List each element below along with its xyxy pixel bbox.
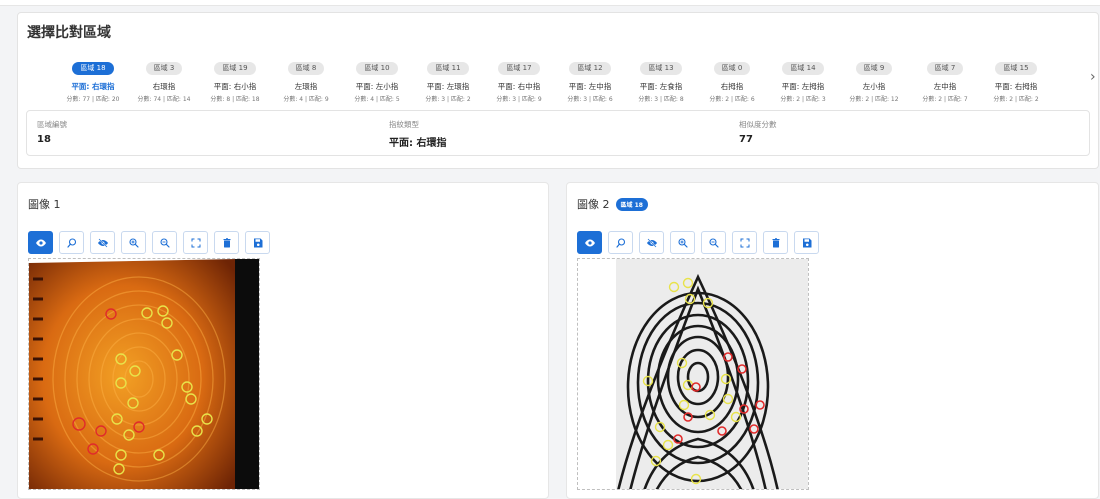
tab-region-12[interactable]: 區域 12 平面: 左中指 分數: 3 | 匹配: 6 [555, 55, 625, 103]
tab-region-3[interactable]: 區域 3 右環指 分數: 74 | 匹配: 14 [129, 55, 199, 103]
tab-score-meta: 分數: 2 | 匹配: 12 [849, 96, 899, 103]
tab-finger-name: 右拇指 [720, 82, 744, 91]
tab-finger-name: 右環指 [152, 82, 176, 91]
delete-icon[interactable] [214, 231, 239, 254]
delete-icon[interactable] [763, 231, 788, 254]
tab-chip: 區域 17 [498, 62, 540, 75]
eye-icon[interactable] [28, 231, 53, 254]
image-panel-1: 圖像 1 [17, 182, 549, 499]
top-divider [0, 0, 1100, 6]
fit-screen-icon[interactable] [732, 231, 757, 254]
tab-finger-name: 平面: 右拇指 [994, 82, 1038, 91]
field-value: 18 [37, 134, 51, 145]
tab-score-meta: 分數: 4 | 匹配: 5 [354, 96, 400, 103]
tab-finger-name: 左小指 [862, 82, 886, 91]
fingerprint-type-field: 指紋類型 平面: 右環指 [389, 119, 446, 149]
zoom-in-icon[interactable] [670, 231, 695, 254]
tab-chip: 區域 15 [995, 62, 1037, 75]
tab-score-meta: 分數: 3 | 匹配: 6 [567, 96, 613, 103]
tab-finger-name: 平面: 右小指 [213, 82, 257, 91]
tab-region-10[interactable]: 區域 10 平面: 左小指 分數: 4 | 匹配: 5 [342, 55, 412, 103]
tab-region-15[interactable]: 區域 15 平面: 右拇指 分數: 2 | 匹配: 2 [981, 55, 1051, 103]
tab-region-7[interactable]: 區域 7 左中指 分數: 2 | 匹配: 7 [910, 55, 980, 103]
save-icon[interactable] [794, 231, 819, 254]
tab-finger-name: 左中指 [933, 82, 957, 91]
tab-score-meta: 分數: 3 | 匹配: 8 [638, 96, 684, 103]
panel-title-text: 圖像 1 [28, 198, 61, 211]
tab-chip: 區域 10 [356, 62, 398, 75]
tab-score-meta: 分數: 2 | 匹配: 3 [780, 96, 826, 103]
tab-finger-name: 平面: 左環指 [426, 82, 470, 91]
tab-region-13[interactable]: 區域 13 平面: 左食指 分數: 3 | 匹配: 8 [626, 55, 696, 103]
zoom-in-icon[interactable] [121, 231, 146, 254]
chevron-right-icon[interactable]: › [1090, 69, 1096, 85]
tab-finger-name: 平面: 左食指 [639, 82, 683, 91]
image-toolbar [577, 231, 819, 254]
field-value: 77 [739, 134, 753, 145]
eye-icon[interactable] [577, 231, 602, 254]
tab-chip: 區域 18 [72, 62, 114, 75]
field-label: 指紋類型 [389, 120, 419, 129]
tab-score-meta: 分數: 77 | 匹配: 20 [66, 96, 120, 103]
tab-score-meta: 分數: 8 | 匹配: 18 [210, 96, 260, 103]
save-icon[interactable] [245, 231, 270, 254]
field-label: 相似度分數 [739, 120, 777, 129]
tab-chip: 區域 3 [145, 62, 183, 75]
tab-chip: 區域 8 [287, 62, 325, 75]
tab-finger-name: 平面: 右環指 [71, 82, 115, 91]
tab-finger-name: 平面: 左中指 [568, 82, 612, 91]
image-panel-2: 圖像 2 區域 18 [566, 182, 1099, 499]
panel-title-text: 圖像 2 [577, 198, 610, 211]
tab-region-9[interactable]: 區域 9 左小指 分數: 2 | 匹配: 12 [839, 55, 909, 103]
tab-chip: 區域 7 [926, 62, 964, 75]
region-badge: 區域 18 [615, 197, 648, 211]
zoom-search-icon[interactable] [59, 231, 84, 254]
panel-title: 圖像 1 [28, 196, 61, 212]
tab-region-19[interactable]: 區域 19 平面: 右小指 分數: 8 | 匹配: 18 [200, 55, 270, 103]
tab-chip: 區域 0 [713, 62, 751, 75]
tab-chip: 區域 14 [782, 62, 824, 75]
tab-score-meta: 分數: 3 | 匹配: 9 [496, 96, 542, 103]
tab-finger-name: 左環指 [294, 82, 318, 91]
panel-title: 圖像 2 區域 18 [577, 196, 648, 212]
field-label: 區域編號 [37, 120, 67, 129]
fingerprint-image-2[interactable] [577, 258, 809, 490]
zoom-search-icon[interactable] [608, 231, 633, 254]
tab-chip: 區域 19 [214, 62, 256, 75]
similarity-score-field: 相似度分數 77 [739, 119, 777, 145]
tab-chip: 區域 9 [855, 62, 893, 75]
zoom-out-icon[interactable] [701, 231, 726, 254]
tab-region-14[interactable]: 區域 14 平面: 左拇指 分數: 2 | 匹配: 3 [768, 55, 838, 103]
region-tabs: 區域 18 平面: 右環指 分數: 77 | 匹配: 20 區域 3 右環指 分… [58, 55, 1098, 115]
field-value: 平面: 右環指 [389, 138, 447, 149]
tab-chip: 區域 11 [427, 62, 469, 75]
eye-off-icon[interactable] [639, 231, 664, 254]
fingerprint-image-1[interactable] [28, 258, 260, 490]
tab-score-meta: 分數: 74 | 匹配: 14 [137, 96, 191, 103]
fit-screen-icon[interactable] [183, 231, 208, 254]
tab-finger-name: 平面: 右中指 [497, 82, 541, 91]
section-title: 選擇比對區域 [27, 25, 111, 41]
tab-chip: 區域 12 [569, 62, 611, 75]
tab-region-17[interactable]: 區域 17 平面: 右中指 分數: 3 | 匹配: 9 [484, 55, 554, 103]
region-selection-card: 選擇比對區域 區域 18 平面: 右環指 分數: 77 | 匹配: 20 區域 … [17, 12, 1099, 169]
zoom-out-icon[interactable] [152, 231, 177, 254]
tab-chip: 區域 13 [640, 62, 682, 75]
tab-score-meta: 分數: 3 | 匹配: 2 [425, 96, 471, 103]
tab-score-meta: 分數: 2 | 匹配: 6 [709, 96, 755, 103]
tab-score-meta: 分數: 2 | 匹配: 2 [993, 96, 1039, 103]
eye-off-icon[interactable] [90, 231, 115, 254]
region-info-box: 區域編號 18 指紋類型 平面: 右環指 相似度分數 77 [26, 110, 1090, 156]
tab-region-0[interactable]: 區域 0 右拇指 分數: 2 | 匹配: 6 [697, 55, 767, 103]
tab-score-meta: 分數: 2 | 匹配: 7 [922, 96, 968, 103]
tab-finger-name: 平面: 左小指 [355, 82, 399, 91]
image-toolbar [28, 231, 270, 254]
tab-region-8[interactable]: 區域 8 左環指 分數: 4 | 匹配: 9 [271, 55, 341, 103]
region-number-field: 區域編號 18 [37, 119, 67, 145]
tab-region-18[interactable]: 區域 18 平面: 右環指 分數: 77 | 匹配: 20 [58, 55, 128, 113]
tab-score-meta: 分數: 4 | 匹配: 9 [283, 96, 329, 103]
tab-region-11[interactable]: 區域 11 平面: 左環指 分數: 3 | 匹配: 2 [413, 55, 483, 103]
tab-finger-name: 平面: 左拇指 [781, 82, 825, 91]
